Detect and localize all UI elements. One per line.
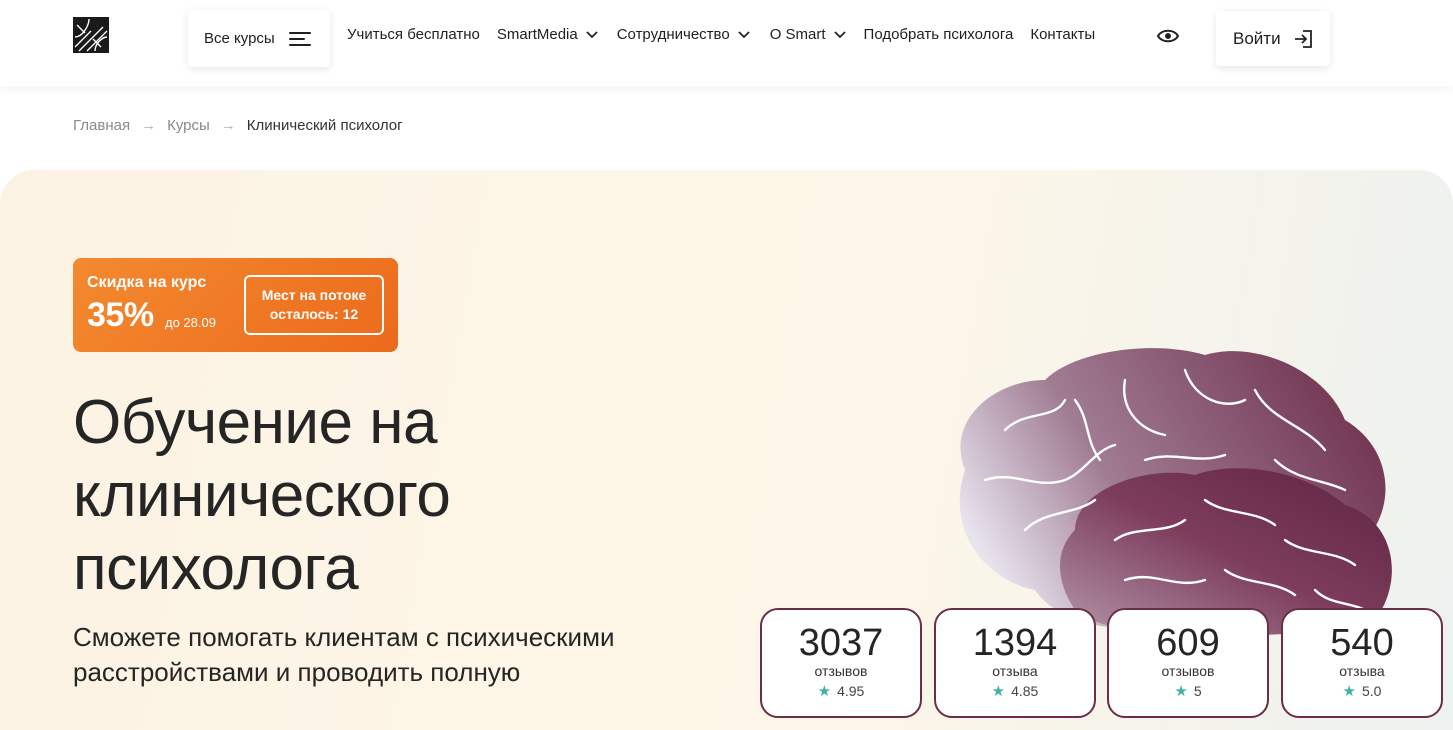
chevron-down-icon [738, 30, 750, 38]
seats-left-box: Мест на потоке осталось: 12 [244, 275, 384, 335]
subtitle-line: расстройствами и проводить полную [73, 657, 521, 687]
login-label: Войти [1233, 28, 1281, 48]
chevron-down-icon [833, 30, 846, 38]
main-nav: Учиться бесплатно SmartMedia Сотрудничес… [347, 26, 1095, 43]
login-icon [1294, 29, 1312, 48]
discount-percent: 35% [87, 296, 154, 334]
discount-deadline: до 28.09 [165, 315, 216, 330]
review-label: отзывов [1161, 663, 1215, 679]
hero-subtitle: Сможете помогать клиентам с психическими… [73, 620, 713, 690]
review-card[interactable]: 3037 отзывов ★ 4.95 [760, 608, 922, 718]
review-label: отзыва [992, 663, 1038, 679]
nav-item-about[interactable]: O Smart [770, 26, 846, 43]
review-rating: ★ 5.0 [1283, 682, 1441, 700]
all-courses-label: Все курсы [204, 30, 275, 47]
review-label: отзывов [814, 663, 868, 679]
breadcrumb-separator: → [220, 117, 236, 134]
star-icon: ★ [1342, 683, 1356, 700]
page-title: Обучение на клинического психолога [73, 386, 713, 605]
rating-value: 5 [1193, 683, 1202, 699]
seats-line-2: осталось: 12 [269, 306, 359, 322]
title-line: клинического [73, 461, 451, 530]
breadcrumb-courses[interactable]: Курсы [167, 117, 210, 134]
breadcrumb-home[interactable]: Главная [73, 117, 130, 134]
title-line: психолога [73, 534, 359, 603]
rating-value: 4.95 [837, 683, 865, 699]
login-button[interactable]: Войти [1216, 11, 1330, 66]
discount-title: Скидка на курс [87, 274, 207, 291]
seats-line-1: Мест на потоке [261, 287, 367, 303]
review-card[interactable]: 540 отзыва ★ 5.0 [1281, 608, 1443, 718]
eye-icon[interactable] [1156, 26, 1180, 46]
review-rating: ★ 4.95 [762, 682, 920, 700]
nav-label: Контакты [1030, 26, 1096, 43]
nav-item-cooperation[interactable]: Сотрудничество [617, 26, 750, 43]
all-courses-button[interactable]: Все курсы [188, 10, 330, 67]
rating-value: 5.0 [1361, 683, 1382, 699]
nav-label: Учиться бесплатно [347, 26, 480, 43]
review-rating: ★ 4.85 [936, 682, 1094, 700]
discount-banner[interactable]: Скидка на курс 35% до 28.09 Мест на пото… [73, 258, 398, 352]
review-count: 3037 [798, 622, 884, 664]
nav-item-smartmedia[interactable]: SmartMedia [497, 26, 598, 43]
brain-illustration [959, 348, 1392, 636]
nav-label: O Smart [769, 26, 826, 43]
logo-icon[interactable] [73, 17, 109, 53]
review-card[interactable]: 609 отзывов ★ 5 [1107, 608, 1269, 718]
review-count: 1394 [972, 622, 1058, 664]
breadcrumb-separator: → [141, 117, 157, 134]
menu-icon [288, 31, 311, 46]
review-card[interactable]: 1394 отзыва ★ 4.85 [934, 608, 1096, 718]
site-header: Все курсы Учиться бесплатно SmartMedia С… [0, 0, 1453, 86]
chevron-down-icon [586, 30, 598, 38]
review-rating: ★ 5 [1109, 682, 1267, 700]
nav-label: Сотрудничество [616, 26, 730, 43]
title-line: Обучение на [73, 388, 437, 457]
breadcrumb-current: Клинический психолог [246, 117, 403, 134]
subtitle-line: Сможете помогать клиентам с психическими [73, 622, 615, 652]
star-icon: ★ [817, 683, 832, 700]
nav-item-learn-free[interactable]: Учиться бесплатно [347, 26, 480, 43]
review-count: 540 [1330, 622, 1394, 664]
nav-item-contacts[interactable]: Контакты [1030, 26, 1095, 43]
nav-label: SmartMedia [496, 26, 578, 43]
review-label: отзыва [1339, 663, 1385, 679]
breadcrumb: Главная → Курсы → Клинический психолог [73, 117, 403, 134]
nav-item-find-psychologist[interactable]: Подобрать психолога [864, 26, 1014, 43]
nav-label: Подобрать психолога [863, 26, 1014, 43]
rating-value: 4.85 [1011, 683, 1039, 699]
star-icon: ★ [991, 683, 1006, 700]
star-icon: ★ [1174, 683, 1188, 700]
review-count: 609 [1156, 622, 1220, 664]
